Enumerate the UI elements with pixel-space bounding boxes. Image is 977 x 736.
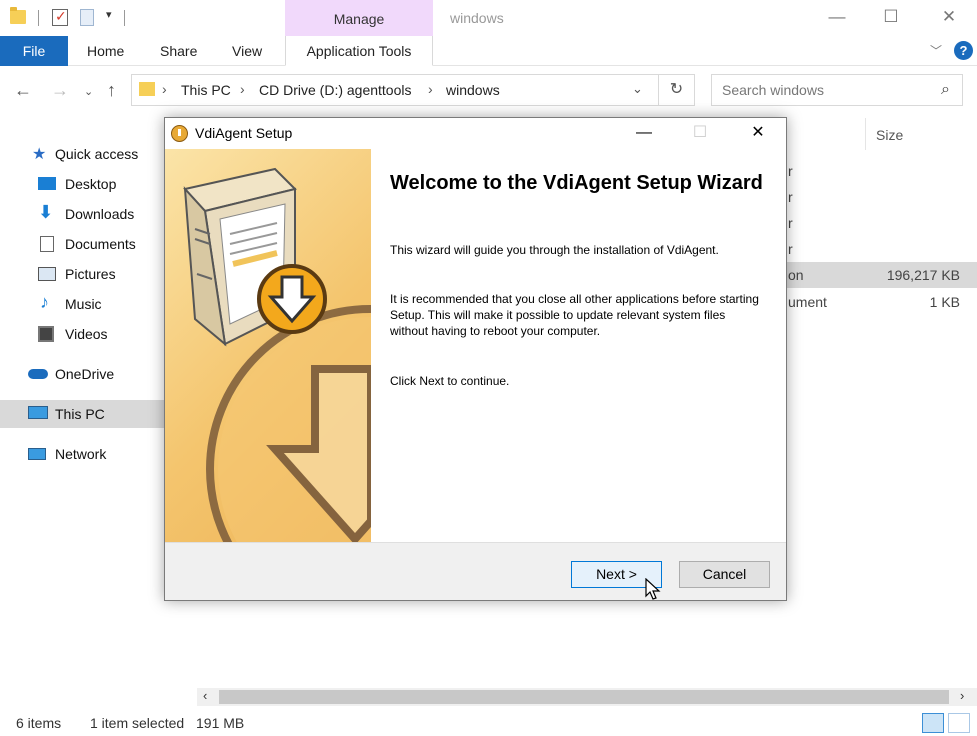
refresh-icon[interactable]: ↻ <box>659 74 695 106</box>
horizontal-scrollbar[interactable]: ‹ › <box>197 688 977 706</box>
details-view-icon[interactable] <box>922 713 944 733</box>
pictures-icon <box>38 267 56 281</box>
chevron-down-icon[interactable]: ⌄ <box>632 81 643 97</box>
scroll-right-icon[interactable]: › <box>960 688 964 703</box>
install-box-illustration <box>183 167 371 542</box>
file-size-cell: 196,217 KB <box>886 267 960 283</box>
expand-ribbon-icon[interactable]: ﹀ <box>930 42 942 59</box>
sidebar-item-label: Pictures <box>65 266 116 282</box>
cancel-button[interactable]: Cancel <box>679 561 770 588</box>
tab-share[interactable]: Share <box>160 36 197 66</box>
music-icon: ♪ <box>40 292 49 312</box>
file-type-cell: r <box>788 163 793 179</box>
breadcrumb-separator: › <box>240 81 245 97</box>
large-icons-view-icon[interactable] <box>948 713 970 733</box>
recent-locations-icon[interactable]: ⌄ <box>84 85 93 98</box>
breadcrumb-separator: › <box>162 81 167 97</box>
download-icon: ⬇ <box>38 202 54 222</box>
help-icon[interactable]: ? <box>954 41 973 60</box>
item-count: 6 items <box>16 715 62 731</box>
selection-count: 1 item selected <box>90 715 185 731</box>
tab-view[interactable]: View <box>232 36 262 66</box>
sidebar-item-label: OneDrive <box>55 366 115 382</box>
tab-application-tools[interactable]: Application Tools <box>285 36 433 66</box>
close-button[interactable]: ✕ <box>938 6 960 28</box>
breadcrumb-windows[interactable]: windows <box>446 82 500 98</box>
sidebar-item-label: Desktop <box>65 176 117 192</box>
manage-context-tab[interactable]: Manage <box>285 0 433 36</box>
wizard-continue-text: Click Next to continue. <box>390 374 510 388</box>
wizard-content: Welcome to the VdiAgent Setup Wizard Thi… <box>371 149 786 542</box>
title-bar: ✓ ▾ Manage windows — ☐ ✕ <box>0 0 977 36</box>
back-icon[interactable]: ← <box>14 80 32 101</box>
installer-icon <box>171 125 188 142</box>
customize-quick-access-icon[interactable]: ▾ <box>106 8 112 26</box>
new-folder-icon[interactable] <box>80 9 94 26</box>
properties-icon[interactable]: ✓ <box>52 8 68 26</box>
breadcrumb-cd-drive[interactable]: CD Drive (D:) agenttools <box>259 82 412 98</box>
sidebar-item-label: Network <box>55 446 107 462</box>
search-input[interactable]: Search windows ⌕ <box>711 74 963 106</box>
maximize-button[interactable]: ☐ <box>880 6 902 28</box>
star-icon: ★ <box>32 146 47 163</box>
desktop-icon <box>38 177 56 190</box>
up-icon[interactable]: ↑ <box>107 80 116 101</box>
documents-icon <box>40 236 54 252</box>
navigation-bar: ← → ⌄ ↑ › This PC › CD Drive (D:) agentt… <box>0 66 977 116</box>
wizard-button-bar: Next > Cancel <box>165 542 786 600</box>
file-type-cell: r <box>788 215 793 231</box>
file-type-cell: on <box>788 267 804 283</box>
sidebar-item-label: Music <box>65 296 102 312</box>
network-icon <box>28 448 46 460</box>
videos-icon <box>38 326 54 342</box>
separator <box>124 10 125 26</box>
sidebar-item-label: This PC <box>55 406 105 422</box>
address-bar[interactable]: › This PC › CD Drive (D:) agenttools › w… <box>131 74 659 106</box>
file-type-cell: r <box>788 241 793 257</box>
mouse-cursor-icon <box>645 578 661 600</box>
search-icon[interactable]: ⌕ <box>941 81 950 99</box>
wizard-heading: Welcome to the VdiAgent Setup Wizard <box>390 172 763 194</box>
folder-icon <box>139 82 155 96</box>
selection-size: 191 MB <box>196 715 245 731</box>
breadcrumb-separator: › <box>428 81 433 97</box>
folder-icon[interactable] <box>10 7 26 24</box>
dialog-minimize-button[interactable]: — <box>631 122 657 144</box>
dialog-maximize-button: ☐ <box>692 124 708 141</box>
sidebar-item-label: Videos <box>65 326 108 342</box>
tab-home[interactable]: Home <box>87 36 124 66</box>
dialog-close-button[interactable]: ✕ <box>745 122 771 144</box>
dialog-title-bar: VdiAgent Setup — ☐ ✕ <box>165 118 786 149</box>
cloud-icon <box>28 369 48 379</box>
sidebar-item-label: Quick access <box>55 146 139 162</box>
minimize-button[interactable]: — <box>826 6 848 28</box>
computer-icon <box>28 406 48 419</box>
column-divider <box>865 118 866 150</box>
tab-file[interactable]: File <box>0 36 68 66</box>
file-size-cell: 1 KB <box>929 294 960 310</box>
search-placeholder: Search windows <box>722 82 824 98</box>
column-header-size[interactable]: Size <box>876 127 903 143</box>
separator <box>38 10 39 26</box>
file-type-cell: ument <box>788 294 827 310</box>
setup-dialog: VdiAgent Setup — ☐ ✕ Welcome to the VdiA… <box>164 117 787 601</box>
wizard-banner-image <box>165 149 371 542</box>
breadcrumb-this-pc[interactable]: This PC <box>181 82 231 98</box>
dialog-title: VdiAgent Setup <box>195 125 293 141</box>
wizard-intro-text: This wizard will guide you through the i… <box>390 243 719 257</box>
window-title: windows <box>450 10 504 26</box>
scroll-left-icon[interactable]: ‹ <box>203 688 207 703</box>
sidebar-item-label: Documents <box>65 236 136 252</box>
wizard-recommendation-text: It is recommended that you close all oth… <box>390 292 759 338</box>
sidebar-item-label: Downloads <box>65 206 135 222</box>
file-type-cell: r <box>788 189 793 205</box>
forward-icon[interactable]: → <box>51 80 69 101</box>
ribbon-tabs: File Home Share View Application Tools ﹀… <box>0 36 977 66</box>
status-bar: 6 items 1 item selected 191 MB <box>0 708 977 736</box>
scrollbar-thumb[interactable] <box>219 690 949 704</box>
